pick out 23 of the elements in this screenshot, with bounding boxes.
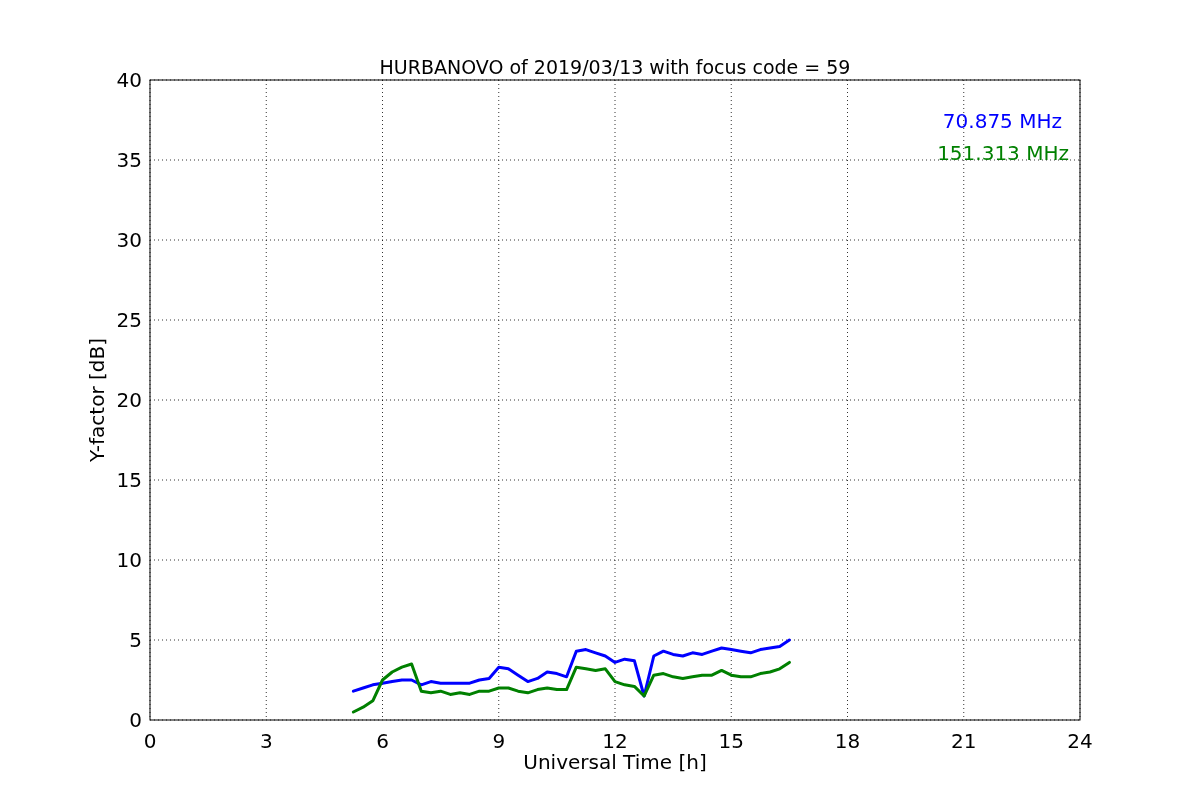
x-tick-label: 15 (718, 729, 744, 753)
y-tick-label: 35 (116, 148, 142, 172)
x-tick-label: 18 (834, 729, 861, 753)
x-tick-label: 6 (376, 729, 389, 753)
y-tick-label: 5 (129, 628, 142, 652)
y-tick-label: 30 (116, 228, 142, 252)
x-axis-label: Universal Time [h] (523, 750, 707, 774)
x-tick-label: 24 (1067, 729, 1093, 753)
y-tick-label: 10 (116, 548, 142, 572)
x-tick-label: 3 (259, 729, 273, 753)
y-tick-label: 40 (116, 68, 142, 92)
y-tick-label: 20 (116, 388, 142, 412)
legend-label: 151.313 MHz (937, 141, 1069, 165)
x-tick-label: 9 (492, 729, 506, 753)
chart-title: HURBANOVO of 2019/03/13 with focus code = 59 (379, 56, 851, 78)
legend-label: 70.875 MHz (942, 109, 1062, 133)
x-tick-label: 0 (143, 729, 157, 753)
y-axis-label: Y-factor [dB] (85, 338, 109, 462)
x-tick-label: 12 (602, 729, 628, 753)
y-tick-label: 25 (116, 308, 142, 332)
x-tick-label: 21 (951, 729, 977, 753)
y-tick-label: 15 (116, 468, 142, 492)
y-tick-label: 0 (129, 708, 142, 732)
